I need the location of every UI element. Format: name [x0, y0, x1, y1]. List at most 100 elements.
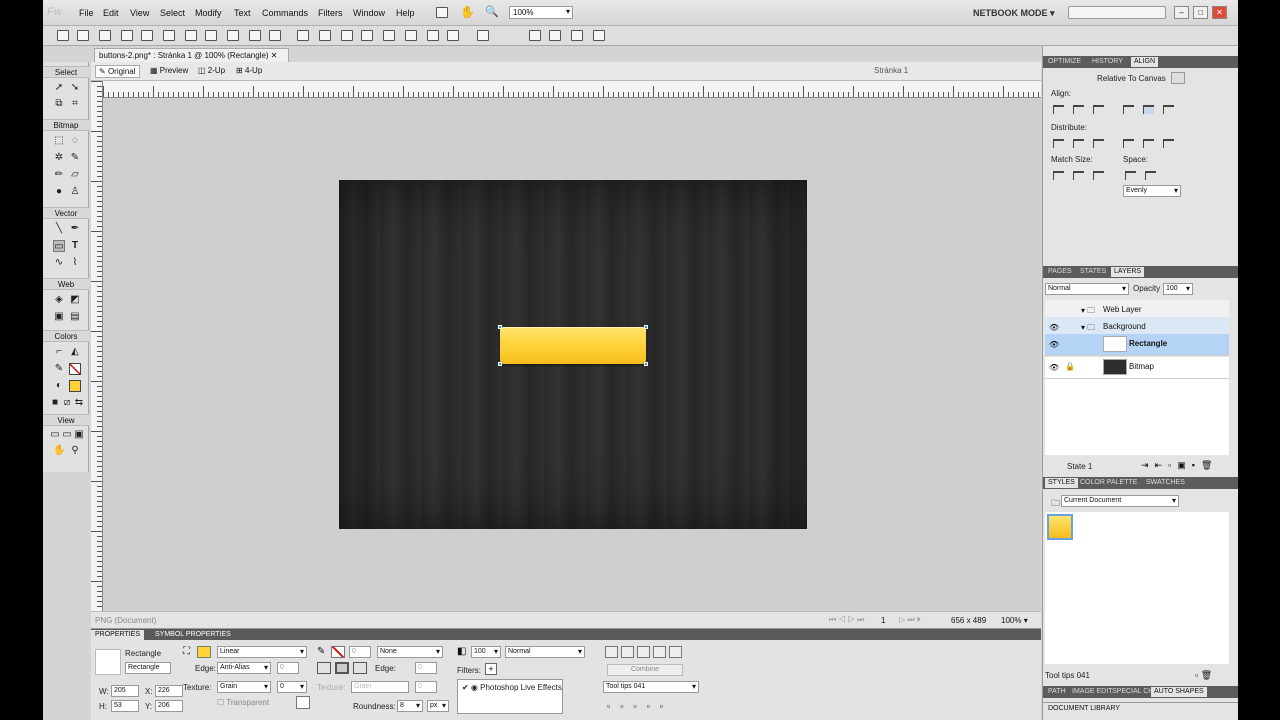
status-zoom[interactable]: 100% ▾ [1001, 616, 1028, 625]
opacity-field[interactable]: 100 [471, 646, 501, 658]
space-vertical-icon[interactable] [1125, 171, 1136, 180]
redo-icon[interactable] [205, 30, 217, 41]
punch-icon[interactable] [621, 646, 634, 658]
no-stroke-icon[interactable]: ⧄ [61, 397, 73, 409]
add-filter-button[interactable]: + [485, 663, 497, 675]
fill-color-icon[interactable]: ◐ [53, 380, 65, 392]
layer-rectangle[interactable]: 👁 Rectangle [1045, 334, 1229, 356]
align-center-h-icon[interactable] [1073, 105, 1084, 114]
rubber-stamp-icon[interactable]: ♙ [69, 186, 81, 198]
fill-swatch[interactable] [69, 380, 81, 392]
hotspot-tool-icon[interactable]: ◈ [53, 294, 65, 306]
tab-states[interactable]: STATES [1077, 267, 1109, 277]
distribute-top-icon[interactable] [1053, 139, 1064, 148]
cut-icon[interactable] [227, 30, 239, 41]
text-tool-icon[interactable]: T [69, 240, 81, 252]
flip-v-icon[interactable] [593, 30, 605, 41]
rotate-cw-icon[interactable] [549, 30, 561, 41]
texture-amount[interactable]: 0 [277, 681, 307, 693]
bring-front-icon[interactable] [383, 30, 395, 41]
selection-handle[interactable] [644, 362, 648, 366]
tab-symbol-properties[interactable]: SYMBOL PROPERTIES [151, 630, 235, 640]
line-tool-icon[interactable]: ╲ [53, 223, 65, 235]
rotate-ccw-icon[interactable] [529, 30, 541, 41]
full-screen-icon[interactable]: ▣ [73, 429, 85, 441]
stroke-swatch[interactable] [69, 363, 81, 375]
stroke-texture-select[interactable]: Grain [351, 681, 409, 693]
width-field[interactable]: 205 [111, 685, 139, 697]
subselect-tool-icon[interactable]: ➘ [69, 82, 81, 94]
magic-wand-icon[interactable]: ✲ [53, 152, 65, 164]
pencil-stroke-icon[interactable]: ✎ [317, 646, 325, 657]
object-name-field[interactable]: Rectangle [125, 662, 171, 674]
swap-colors-icon[interactable]: ⇆ [73, 397, 85, 409]
tab-history[interactable]: HISTORY [1089, 57, 1126, 67]
texture-preview[interactable] [296, 696, 310, 709]
frame-controls[interactable]: ⏮ ◁ ▷ ⏭ [829, 615, 864, 625]
relative-canvas-button[interactable] [1171, 72, 1185, 84]
menu-window[interactable]: Window [353, 8, 385, 18]
eraser-tool-icon[interactable]: ▱ [69, 169, 81, 181]
layer-bitmap[interactable]: 👁 🔒 Bitmap [1045, 357, 1229, 379]
layer-blend-select[interactable]: Normal [1045, 283, 1129, 295]
pointer-tool-icon[interactable]: ➚ [53, 82, 65, 94]
menu-filters[interactable]: Filters [318, 8, 343, 18]
fill-bucket-icon[interactable]: ⛶ [183, 646, 190, 657]
align-left-icon[interactable] [1053, 105, 1064, 114]
artboard-wood-background[interactable] [339, 180, 807, 529]
maximize-button[interactable]: □ [1193, 6, 1208, 19]
menu-commands[interactable]: Commands [262, 8, 308, 18]
split-combine-icon[interactable] [669, 646, 682, 658]
ungroup-icon[interactable] [319, 30, 331, 41]
distribute-bottom-icon[interactable] [1093, 139, 1104, 148]
pen-tool-icon[interactable]: ✒ [69, 223, 81, 235]
distribute-right-icon[interactable] [1163, 139, 1174, 148]
knife-tool-icon[interactable]: ⌇ [69, 257, 81, 269]
play-controls[interactable]: ▷ ⏭ ⏵ [899, 615, 921, 625]
filters-list[interactable]: ✔ ◉ Photoshop Live Effects [457, 679, 563, 714]
roundness-field[interactable]: 8 [397, 700, 423, 712]
hand-icon[interactable]: ✋ [460, 5, 475, 19]
tab-layers[interactable]: LAYERS [1111, 267, 1145, 277]
filter-item[interactable]: ✔ ◉ Photoshop Live Effects [462, 683, 562, 692]
tab-color-palette[interactable]: COLOR PALETTE [1077, 478, 1140, 488]
tab-properties[interactable]: PROPERTIES [91, 630, 144, 640]
selection-handle[interactable] [498, 325, 502, 329]
distribute-center-icon[interactable] [1073, 139, 1084, 148]
open-icon[interactable] [99, 30, 111, 41]
y-field[interactable]: 206 [155, 700, 183, 712]
minimize-button[interactable]: – [1174, 6, 1189, 19]
menu-select[interactable]: Select [160, 8, 185, 18]
fill-color-swatch[interactable] [197, 646, 211, 658]
brush-tool-icon[interactable]: ✎ [69, 152, 81, 164]
layer-opacity-field[interactable]: 100 [1163, 283, 1193, 295]
styles-actions[interactable]: ▫ 🗑 [1195, 670, 1212, 681]
eye-icon[interactable]: 👁 [1049, 323, 1059, 332]
blend-mode-select[interactable]: Normal [505, 646, 585, 658]
crop-tool-icon[interactable]: ⌗ [69, 98, 81, 110]
styles-source-select[interactable]: Current Document [1061, 495, 1179, 507]
default-colors-icon[interactable]: ■ [49, 397, 61, 409]
union-icon[interactable] [605, 646, 618, 658]
view-4up-button[interactable]: ⊞ 4-Up [233, 65, 265, 76]
canvas-area[interactable] [103, 98, 1041, 611]
zoom-icon[interactable]: 🔍 [485, 5, 499, 18]
document-tab[interactable]: buttons-2.png* : Stránka 1 @ 100% (Recta… [94, 48, 289, 62]
tab-pages[interactable]: PAGES [1045, 267, 1075, 277]
align-center-v-icon[interactable] [1143, 105, 1154, 114]
menu-file[interactable]: File [79, 8, 94, 18]
show-slices-icon[interactable]: ▤ [69, 311, 81, 323]
tooltip-actions[interactable]: ▫▫▫▫▫ [607, 701, 673, 711]
stroke-outside-icon[interactable] [353, 662, 367, 674]
space-select[interactable]: Evenly [1123, 185, 1181, 197]
align-top-icon[interactable] [1123, 105, 1134, 114]
eyedropper-icon[interactable]: ⌐ [53, 346, 65, 358]
group-icon[interactable] [297, 30, 309, 41]
selected-rectangle[interactable] [500, 327, 646, 364]
stroke-type-select[interactable]: None [377, 646, 443, 658]
stroke-width[interactable]: 0 [349, 646, 371, 658]
menu-modify[interactable]: Modify [195, 8, 222, 18]
menu-view[interactable]: View [130, 8, 149, 18]
blur-tool-icon[interactable]: ● [53, 186, 65, 198]
distribute-left-icon[interactable] [1123, 139, 1134, 148]
